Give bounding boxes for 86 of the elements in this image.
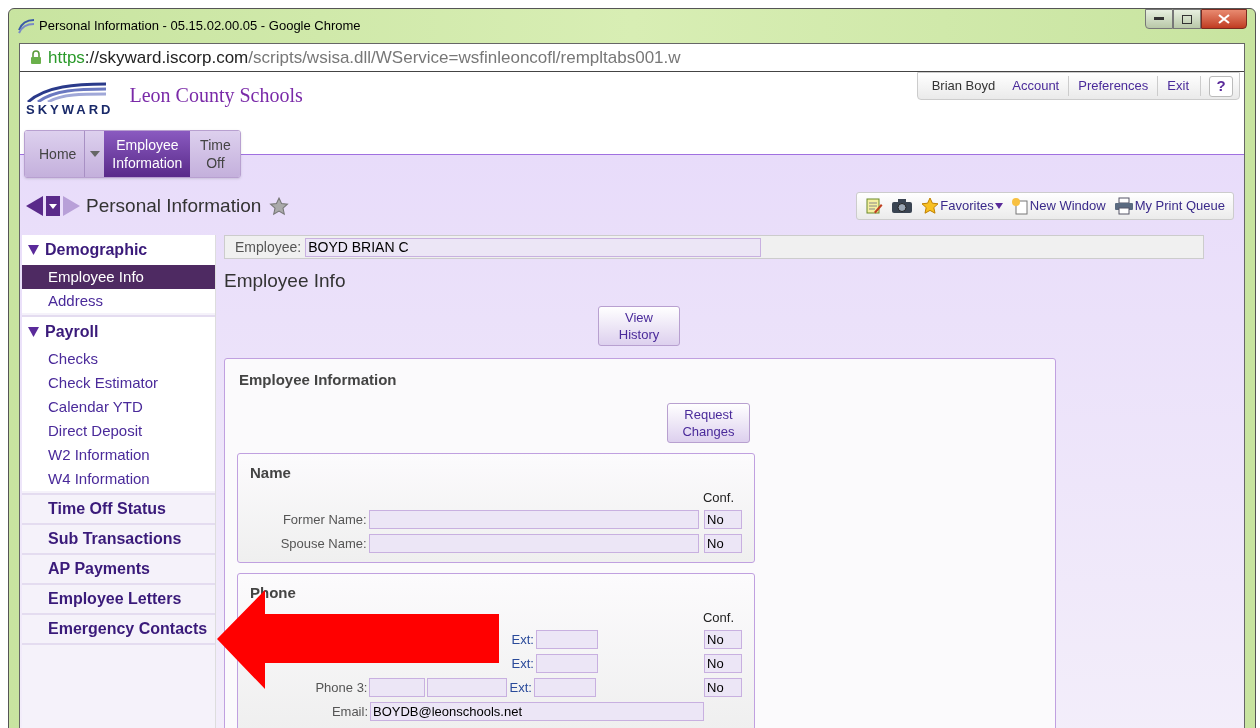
sidebar-link[interactable]: AP Payments [22,555,215,585]
sidebar-item[interactable]: W2 Information [22,443,215,467]
back-arrow-icon [26,196,44,216]
section-heading: Employee Info [224,269,347,293]
nav-tab[interactable]: Employee Information [104,131,191,177]
maximize-icon [1182,14,1192,24]
close-icon [1218,14,1230,24]
sidebar-item[interactable]: Check Estimator [22,371,215,395]
confidential-field[interactable]: No [704,654,742,673]
sidebar-item[interactable]: Calendar YTD [22,395,215,419]
extension-field[interactable] [533,678,596,697]
confidential-field[interactable]: No [704,678,742,697]
nav-tab[interactable]: Time Off [190,131,241,177]
nav-tab[interactable]: Home [25,131,85,177]
panel-title: Employee Information [239,369,397,390]
text-field[interactable] [368,534,699,553]
section-title: Name [250,462,292,483]
field-label: Spouse Name: [280,534,367,553]
sidebar-item[interactable]: Direct Deposit [22,419,215,443]
sidebar-item[interactable]: Address [22,289,215,313]
logo-wordmark: SKYWARD [26,102,114,118]
close-button[interactable] [1201,9,1247,29]
employee-label: Employee: [235,237,302,257]
ext-label: Ext: [509,678,532,697]
star-icon [269,196,290,216]
sidebar-group[interactable]: Payroll [22,317,215,347]
maximize-button[interactable] [1173,9,1201,29]
sidebar-link[interactable]: Emergency Contacts [22,615,215,645]
field-label: Former Name: [282,510,367,529]
toolbar-button[interactable]: Favorites [921,196,1003,216]
ext-label: Ext: [511,630,534,649]
sidebar-item[interactable]: Employee Info [22,265,215,289]
sidebar-item[interactable]: W4 Information [22,467,215,491]
extension-field[interactable] [535,654,598,673]
confidential-field[interactable]: No [704,510,742,529]
district-name: Leon County Schools [129,83,303,109]
minimize-button[interactable] [1145,9,1173,29]
sidebar-link[interactable]: Employee Letters [22,585,215,615]
employee-field[interactable]: BOYD BRIAN C [305,237,762,257]
sidebar-link[interactable]: Sub Transactions [22,525,215,555]
url-path: /scripts/wsisa.dll/WService=wsfinleoncofl/rempltabs001.w [248,46,681,69]
extension-field[interactable] [535,630,598,649]
logo-swoosh-icon [26,82,106,102]
conf-header: Conf. [702,489,734,507]
conf-header: Conf. [702,609,734,627]
history-dropdown-button[interactable] [46,196,60,216]
toolbar-button[interactable]: My Print Queue [1113,196,1225,216]
camera-icon[interactable] [891,198,914,214]
phone-number-field[interactable] [427,678,508,697]
header-link[interactable]: Account [1003,76,1069,96]
text-field[interactable]: BOYDB@leonschools.net [370,702,704,721]
view-history-button[interactable]: View History [598,305,680,346]
field-label: Email: [331,702,368,721]
request-changes-button[interactable]: Request Changes [667,402,750,443]
text-field[interactable] [368,510,699,529]
ext-label: Ext: [511,654,534,673]
new-window-icon [1010,197,1029,215]
sidebar-group[interactable]: Demographic [22,235,215,265]
lock-icon [30,50,42,65]
header-link[interactable]: Preferences [1068,76,1158,96]
printer-icon [1113,197,1134,215]
field-label: Phone 3: [315,678,368,697]
caret-down-icon [28,327,39,337]
confidential-field[interactable]: No [704,534,742,553]
notepad-icon[interactable] [865,197,884,215]
caret-down-icon [28,245,39,255]
favicon-icon [17,18,35,34]
confidential-field[interactable]: No [704,630,742,649]
url-host: ://skyward.iscorp.com [84,46,249,69]
help-button[interactable]: ? [1209,75,1233,97]
sidebar-link[interactable]: Time Off Status [22,495,215,525]
star-icon [921,197,940,215]
window-title: Personal Information - 05.15.02.00.05 - Google Chrome [39,17,361,36]
url-scheme: https [48,46,85,69]
caret-down-icon [89,151,100,157]
area-code-field[interactable] [369,678,426,697]
caret-down-icon [994,203,1003,209]
minimize-icon [1154,17,1164,21]
forward-arrow-icon [62,196,80,216]
sidebar-item[interactable]: Checks [22,347,215,371]
caret-down-icon [49,203,57,209]
header-link[interactable]: Exit [1157,76,1198,96]
home-dropdown-button[interactable] [84,131,105,177]
page-title: Personal Information [86,193,262,218]
toolbar-button[interactable]: New Window [1010,196,1106,216]
user-name: Brian Boyd [930,77,997,96]
